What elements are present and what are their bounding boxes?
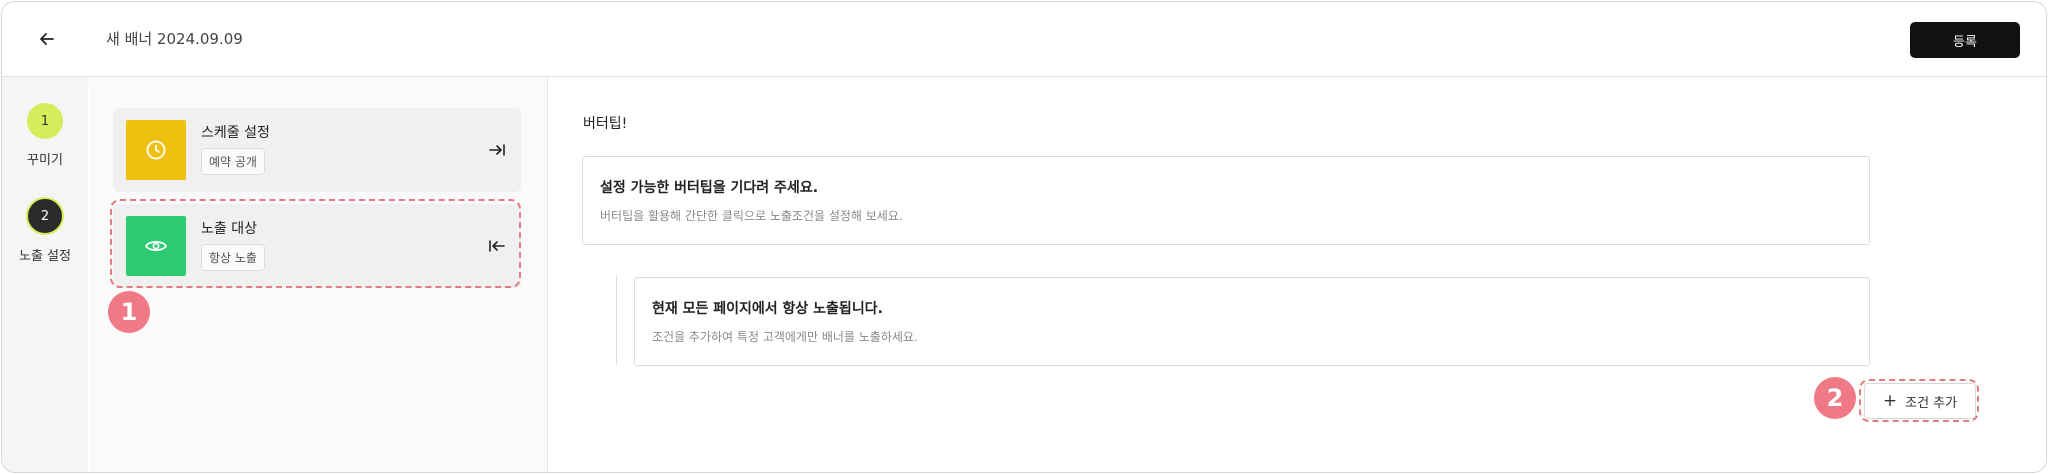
exposure-status-box: 현재 모든 페이지에서 항상 노출됩니다. 조건을 추가하여 특정 고객에게만 … [634,277,1870,366]
register-button[interactable]: 등록 [1910,22,2020,58]
tip-description: 버터팁을 활용해 간단한 클릭으로 노출조건을 설정해 보세요. [600,209,903,223]
back-arrow-icon[interactable] [36,28,58,50]
card-title: 스케줄 설정 [201,125,270,141]
step-rail: 1 꾸미기 2 노출 설정 [2,77,88,472]
step-exposure-settings[interactable]: 2 노출 설정 [2,197,88,264]
step-decorate[interactable]: 1 꾸미기 [2,103,88,168]
annotation-badge-1: 1 [108,291,150,333]
status-description: 조건을 추가하여 특정 고객에게만 배너를 노출하세요. [652,330,918,344]
card-title: 노출 대상 [201,221,257,237]
tip-heading: 설정 가능한 버터팁을 기다려 주세요. [600,180,819,196]
audience-chip: 항상 노출 [201,244,265,271]
status-heading: 현재 모든 페이지에서 항상 노출됩니다. [652,301,883,317]
main-content: 버터팁! 설정 가능한 버터팁을 기다려 주세요. 버터팁을 활용해 간단한 클… [548,77,2046,472]
top-bar: 새 배너 2024.09.09 등록 [2,2,2046,77]
add-condition-button[interactable]: + 조건 추가 [1864,383,1976,419]
settings-panel: 스케줄 설정 예약 공개 노출 대상 항상 노출 1 [89,77,548,472]
page-title: 새 배너 2024.09.09 [106,30,243,48]
step-label: 꾸미기 [27,153,63,168]
add-condition-label: 조건 추가 [1905,395,1958,411]
schedule-chip: 예약 공개 [201,148,265,175]
collapse-left-icon[interactable] [487,236,507,256]
annotation-badge-2: 2 [1814,377,1856,419]
step-number: 2 [26,197,64,235]
app-window: 새 배너 2024.09.09 등록 1 꾸미기 2 노출 설정 스케줄 설정 … [1,1,2047,473]
section-title: 버터팁! [583,116,628,132]
step-number: 1 [27,103,63,139]
plus-icon: + [1882,391,1898,411]
step-label: 노출 설정 [19,249,71,264]
clock-icon [126,120,186,180]
eye-icon [126,216,186,276]
butter-tip-box: 설정 가능한 버터팁을 기다려 주세요. 버터팁을 활용해 간단한 클릭으로 노… [582,156,1870,245]
schedule-card[interactable]: 스케줄 설정 예약 공개 [113,108,521,192]
expand-right-icon[interactable] [487,140,507,160]
condition-connector-line [616,275,617,365]
audience-card[interactable]: 노출 대상 항상 노출 [113,204,521,288]
